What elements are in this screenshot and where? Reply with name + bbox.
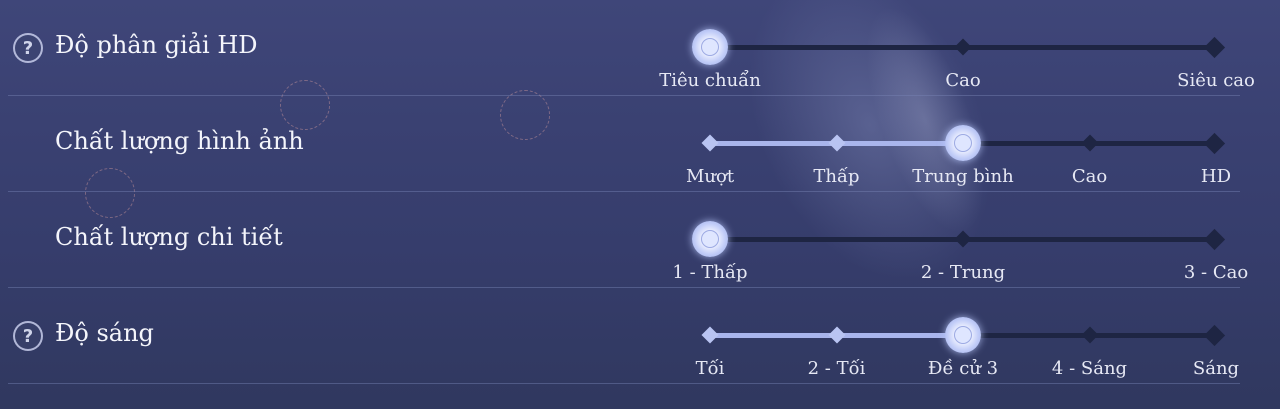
slider-option-label[interactable]: Mượt	[686, 166, 734, 187]
slider-stop-marker[interactable]	[1203, 132, 1226, 155]
slider-stop-marker[interactable]	[954, 230, 972, 248]
setting-row-brightness: ? Độ sáng Tối 2 - Tối Đề cử 3 4 - Sáng Sáng	[0, 288, 1280, 384]
setting-slider-image-quality[interactable]: Mượt Thấp Trung bình Cao HD	[686, 125, 1231, 187]
setting-row-image-quality: Chất lượng hình ảnh Mượt Thấp Trung bình Cao…	[0, 96, 1280, 192]
slider-option-label[interactable]: 2 - Tối	[808, 358, 866, 379]
slider-handle[interactable]	[692, 29, 728, 65]
slider-option-label[interactable]: HD	[1201, 166, 1231, 187]
slider-option-label[interactable]: Siêu cao	[1177, 70, 1255, 91]
slider-stop-marker[interactable]	[701, 326, 719, 344]
slider-stop-marker[interactable]	[1203, 324, 1226, 347]
setting-label: Chất lượng chi tiết	[55, 223, 283, 251]
slider-option-label[interactable]: 4 - Sáng	[1052, 358, 1127, 379]
slider-stop-marker[interactable]	[1081, 134, 1098, 152]
setting-label: Chất lượng hình ảnh	[55, 127, 304, 155]
slider-stop-marker[interactable]	[1203, 228, 1226, 251]
slider-option-label[interactable]: Thấp	[813, 166, 859, 187]
row-divider	[8, 383, 1240, 384]
setting-slider-detail-quality[interactable]: 1 - Thấp 2 - Trung 3 - Cao	[672, 221, 1248, 283]
slider-handle[interactable]	[945, 317, 981, 353]
slider-stop-marker[interactable]	[828, 134, 845, 152]
slider-option-label[interactable]: Tối	[696, 358, 725, 379]
setting-label: Độ phân giải HD	[55, 31, 258, 59]
slider-option-label[interactable]: 2 - Trung	[921, 262, 1005, 283]
slider-stop-marker[interactable]	[828, 326, 845, 344]
slider-option-label[interactable]: Đề cử 3	[928, 358, 998, 379]
slider-option-label[interactable]: Sáng	[1193, 358, 1239, 379]
slider-handle[interactable]	[692, 221, 728, 257]
setting-slider-hd-resolution[interactable]: Tiêu chuẩn Cao Siêu cao	[659, 29, 1255, 91]
slider-stop-marker[interactable]	[701, 134, 719, 152]
question-circle-icon[interactable]: ?	[13, 33, 43, 63]
slider-option-label[interactable]: Cao	[1072, 166, 1107, 187]
slider-stop-marker[interactable]	[1203, 36, 1226, 59]
setting-slider-brightness[interactable]: Tối 2 - Tối Đề cử 3 4 - Sáng Sáng	[696, 317, 1239, 379]
slider-option-label[interactable]: 3 - Cao	[1184, 262, 1248, 283]
setting-row-detail-quality: Chất lượng chi tiết 1 - Thấp 2 - Trung 3 - …	[0, 192, 1280, 288]
slider-handle[interactable]	[945, 125, 981, 161]
slider-option-label[interactable]: Cao	[945, 70, 980, 91]
slider-option-label[interactable]: Tiêu chuẩn	[659, 70, 761, 91]
question-circle-icon[interactable]: ?	[13, 321, 43, 351]
slider-stop-marker[interactable]	[954, 38, 972, 56]
setting-label: Độ sáng	[55, 319, 154, 347]
setting-row-hd-resolution: ? Độ phân giải HD Tiêu chuẩn Cao Siêu cao	[0, 0, 1280, 96]
slider-option-label[interactable]: 1 - Thấp	[672, 262, 747, 283]
slider-option-label[interactable]: Trung bình	[912, 166, 1014, 187]
slider-stop-marker[interactable]	[1081, 326, 1098, 344]
